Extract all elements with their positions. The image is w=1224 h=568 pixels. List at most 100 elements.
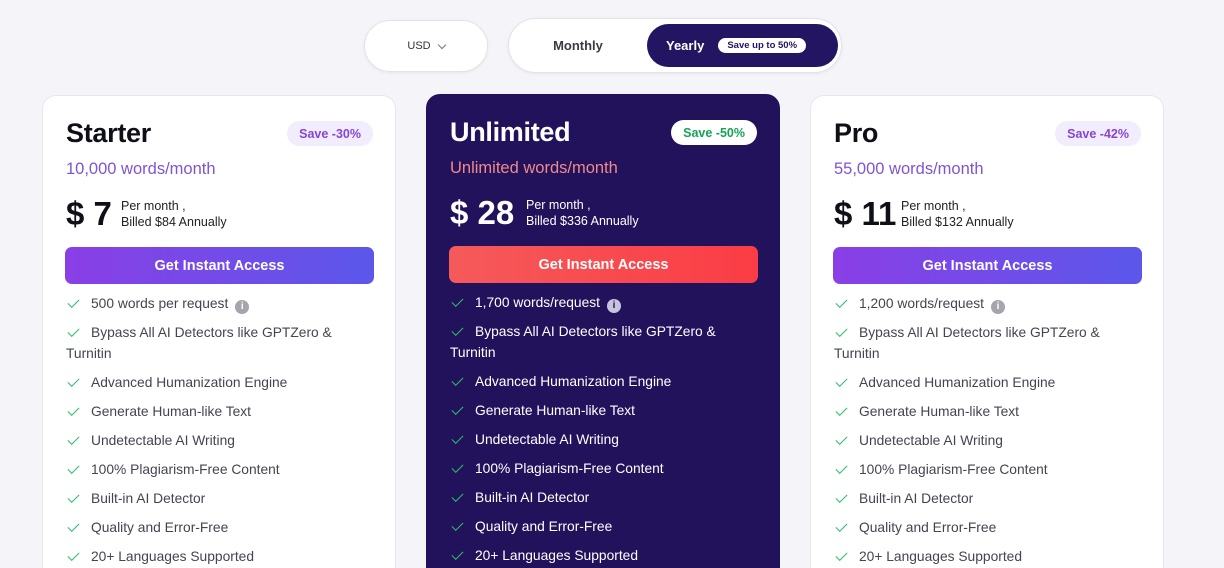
feature-item: Undetectable AI Writing	[450, 430, 761, 451]
feature-item: 1,700 words/request i	[450, 293, 761, 314]
plan-words: 55,000 words/month	[834, 160, 984, 178]
check-icon	[67, 461, 80, 474]
feature-item: 20+ Languages Supported	[450, 546, 761, 567]
feature-text: 20+ Languages Supported	[859, 548, 1023, 564]
feature-text: 100% Plagiarism-Free Content	[475, 460, 664, 476]
feature-item: 500 words per request i	[66, 294, 377, 315]
feature-item: Advanced Humanization Engine	[450, 372, 761, 393]
feature-item: Quality and Error-Free	[834, 518, 1145, 539]
check-icon	[451, 518, 464, 531]
check-icon	[835, 490, 848, 503]
billing-period-toggle: Monthly Yearly Save up to 50%	[508, 18, 842, 73]
feature-text: Undetectable AI Writing	[91, 432, 235, 448]
feature-item: 1,200 words/request i	[834, 294, 1145, 315]
feature-text: 1,200 words/request	[859, 296, 985, 311]
plan-card-unlimited: Unlimited Save -50% Unlimited words/mont…	[426, 94, 780, 568]
billing-info: Per month , Billed $132 Annually	[901, 198, 1014, 230]
get-instant-access-button[interactable]: Get Instant Access	[65, 247, 374, 284]
info-icon[interactable]: i	[607, 299, 622, 313]
plan-name: Starter	[66, 118, 151, 148]
feature-item: Undetectable AI Writing	[66, 431, 377, 452]
feature-text: Quality and Error-Free	[475, 518, 613, 534]
feature-text: Generate Human-like Text	[859, 403, 1020, 419]
feature-text: Built-in AI Detector	[859, 490, 974, 506]
check-icon	[451, 373, 464, 386]
check-icon	[67, 403, 80, 416]
feature-text: Advanced Humanization Engine	[91, 374, 288, 390]
feature-item: Generate Human-like Text	[834, 402, 1145, 423]
save-badge: Save -30%	[287, 121, 373, 146]
feature-item: Bypass All AI Detectors like GPTZero & T…	[834, 323, 1145, 364]
feature-text: Advanced Humanization Engine	[475, 373, 672, 389]
check-icon	[67, 548, 80, 561]
check-icon	[835, 432, 848, 445]
feature-text: Built-in AI Detector	[475, 489, 590, 505]
currency-select[interactable]: USD	[364, 20, 488, 72]
check-icon	[835, 403, 848, 416]
pricing-page: USD Monthly Yearly Save up to 50% Starte…	[0, 0, 1224, 568]
feature-item: Bypass All AI Detectors like GPTZero & T…	[450, 322, 761, 363]
check-icon	[451, 402, 464, 415]
per-month-label: Per month ,	[121, 199, 186, 213]
yearly-option[interactable]: Yearly Save up to 50%	[647, 24, 838, 67]
feature-text: 500 words per request	[91, 296, 229, 311]
feature-item: Generate Human-like Text	[66, 402, 377, 423]
check-icon	[835, 374, 848, 387]
check-icon	[451, 460, 464, 473]
yearly-label: Yearly	[666, 38, 705, 53]
plan-price: $ 28	[450, 194, 515, 231]
info-icon[interactable]: i	[991, 300, 1006, 314]
feature-item: Undetectable AI Writing	[834, 431, 1145, 452]
feature-text: Quality and Error-Free	[91, 519, 229, 535]
feature-text: Advanced Humanization Engine	[859, 374, 1056, 390]
feature-text: Undetectable AI Writing	[475, 431, 619, 447]
feature-item: 100% Plagiarism-Free Content	[450, 459, 761, 480]
chevron-down-icon	[437, 40, 446, 49]
feature-item: 20+ Languages Supported	[66, 547, 377, 568]
feature-text: Bypass All AI Detectors like GPTZero & T…	[66, 325, 332, 361]
info-icon[interactable]: i	[235, 300, 250, 314]
feature-item: 100% Plagiarism-Free Content	[834, 460, 1145, 481]
feature-item: Advanced Humanization Engine	[66, 373, 377, 394]
feature-text: Undetectable AI Writing	[859, 432, 1003, 448]
check-icon	[451, 294, 464, 308]
feature-item: Built-in AI Detector	[450, 488, 761, 509]
feature-text: Generate Human-like Text	[475, 402, 636, 418]
feature-text: Quality and Error-Free	[859, 519, 997, 535]
feature-text: Generate Human-like Text	[91, 403, 252, 419]
per-month-label: Per month ,	[901, 199, 966, 213]
feature-item: 100% Plagiarism-Free Content	[66, 460, 377, 481]
check-icon	[835, 548, 848, 561]
plan-card-pro: Pro Save -42% 55,000 words/month $ 11 Pe…	[810, 95, 1164, 568]
check-icon	[451, 431, 464, 444]
check-icon	[835, 519, 848, 532]
feature-item: Generate Human-like Text	[450, 401, 761, 422]
billed-annually-label: Billed $132 Annually	[901, 215, 1014, 229]
feature-text: 1,700 words/request	[475, 295, 601, 310]
check-icon	[67, 519, 80, 532]
feature-item: Built-in AI Detector	[66, 489, 377, 510]
plan-name: Pro	[834, 118, 879, 148]
feature-text: 100% Plagiarism-Free Content	[859, 461, 1048, 477]
monthly-option[interactable]: Monthly	[509, 19, 647, 72]
feature-text: 20+ Languages Supported	[475, 547, 639, 563]
feature-list: 1,700 words/request i Bypass All AI Detec…	[450, 293, 761, 568]
plan-name: Unlimited	[450, 117, 571, 147]
check-icon	[451, 489, 464, 502]
feature-item: Quality and Error-Free	[450, 517, 761, 538]
feature-text: Built-in AI Detector	[91, 490, 206, 506]
check-icon	[451, 547, 464, 560]
plan-price: $ 11	[834, 195, 897, 232]
get-instant-access-button[interactable]: Get Instant Access	[449, 246, 758, 283]
check-icon	[67, 490, 80, 503]
check-icon	[67, 432, 80, 445]
plan-price: $ 7	[66, 195, 112, 232]
plan-words: Unlimited words/month	[450, 159, 618, 177]
currency-label: USD	[407, 40, 431, 52]
get-instant-access-button[interactable]: Get Instant Access	[833, 247, 1142, 284]
feature-list: 500 words per request i Bypass All AI Det…	[66, 294, 377, 568]
check-icon	[451, 323, 464, 337]
check-icon	[835, 461, 848, 474]
save-badge: Save -50%	[671, 120, 757, 145]
feature-item: Bypass All AI Detectors like GPTZero & T…	[66, 323, 377, 364]
